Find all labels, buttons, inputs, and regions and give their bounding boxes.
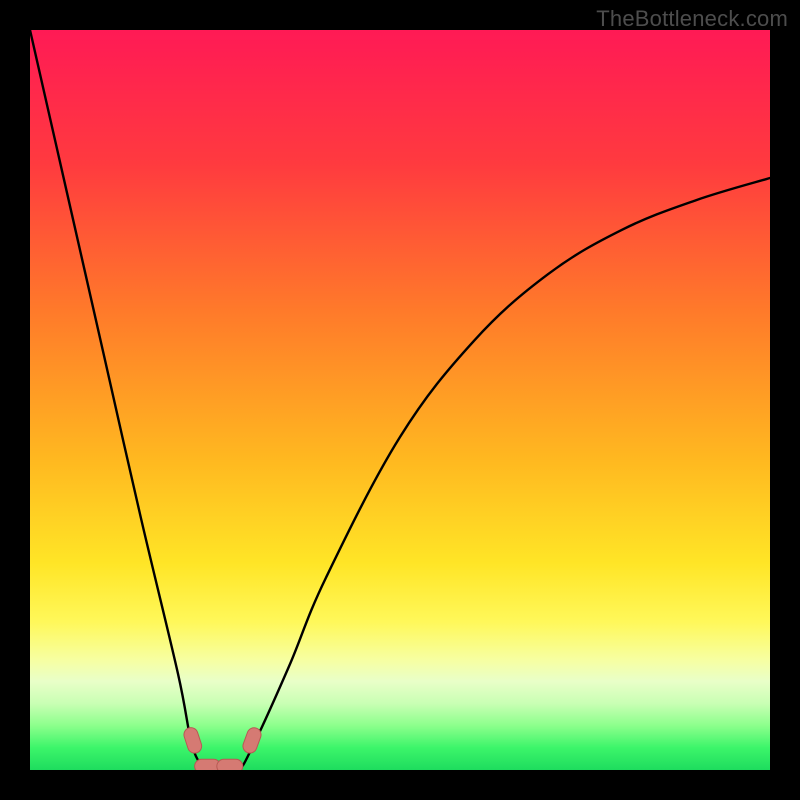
plot-area [30,30,770,770]
watermark-text: TheBottleneck.com [596,6,788,32]
marker-left-shoulder [182,726,203,755]
chart-frame: TheBottleneck.com [0,0,800,800]
bottleneck-curve [30,30,770,770]
marker-right-shoulder [241,726,263,755]
curve-layer [30,30,770,770]
marker-valley-right [217,759,243,770]
markers-group [182,726,263,770]
